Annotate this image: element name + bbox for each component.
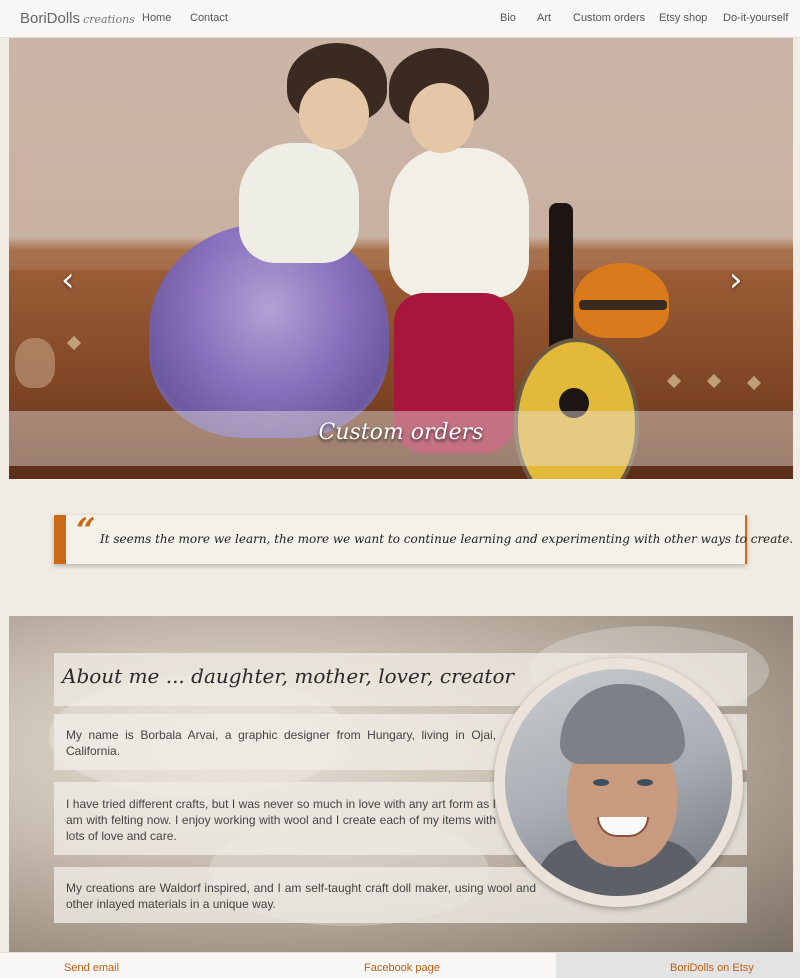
doll-head bbox=[299, 78, 369, 150]
brand-name: BoriDolls bbox=[20, 10, 81, 27]
doll-top bbox=[239, 143, 359, 263]
nav-bio-link[interactable]: Bio bbox=[500, 12, 516, 24]
etsy-footer-button[interactable]: BoriDolls on Etsy bbox=[556, 953, 800, 978]
facebook-page-link[interactable]: Facebook page bbox=[364, 962, 440, 974]
about-paragraph: My name is Borbala Arvai, a graphic desi… bbox=[66, 728, 496, 758]
brand-logo[interactable]: BoriDolls creations bbox=[20, 10, 135, 27]
chevron-right-icon[interactable]: › bbox=[729, 260, 743, 300]
about-paragraph: My creations are Waldorf inspired, and I… bbox=[66, 881, 536, 911]
nav-contact-link[interactable]: Contact bbox=[190, 12, 228, 24]
nav-home-link[interactable]: Home bbox=[142, 12, 171, 24]
about-title: About me ... daughter, mother, lover, cr… bbox=[62, 664, 515, 688]
quote-text: It seems the more we learn, the more we … bbox=[100, 532, 794, 546]
nav-diy-link[interactable]: Do-it-yourself bbox=[723, 12, 788, 24]
send-email-link[interactable]: Send email bbox=[64, 962, 119, 974]
portrait-eye bbox=[593, 779, 609, 786]
nav-etsy-shop-link[interactable]: Etsy shop bbox=[659, 12, 707, 24]
portrait-headscarf bbox=[560, 684, 685, 764]
hat-band bbox=[579, 300, 667, 310]
etsy-footer-link[interactable]: BoriDolls on Etsy bbox=[670, 962, 754, 974]
navbar: BoriDolls creations Home Contact Bio Art … bbox=[0, 0, 800, 38]
portrait-photo bbox=[505, 669, 732, 896]
about-paragraph: I have tried different crafts, but I was… bbox=[66, 797, 496, 843]
footer: Send email Facebook page BoriDolls on Et… bbox=[0, 952, 800, 978]
hero-carousel[interactable]: ‹ › Custom orders bbox=[9, 38, 793, 479]
nav-art-link[interactable]: Art bbox=[537, 12, 551, 24]
quote-mark-icon: “ bbox=[76, 511, 96, 551]
doll2-body bbox=[389, 148, 529, 298]
teddy-inlay bbox=[15, 338, 55, 388]
portrait-eye bbox=[637, 779, 653, 786]
brand-subtitle: creations bbox=[83, 13, 135, 26]
doll2-head bbox=[409, 83, 474, 153]
carousel-caption[interactable]: Custom orders bbox=[9, 420, 793, 445]
chevron-left-icon[interactable]: ‹ bbox=[61, 260, 75, 300]
nav-custom-orders-link[interactable]: Custom orders bbox=[573, 12, 645, 24]
